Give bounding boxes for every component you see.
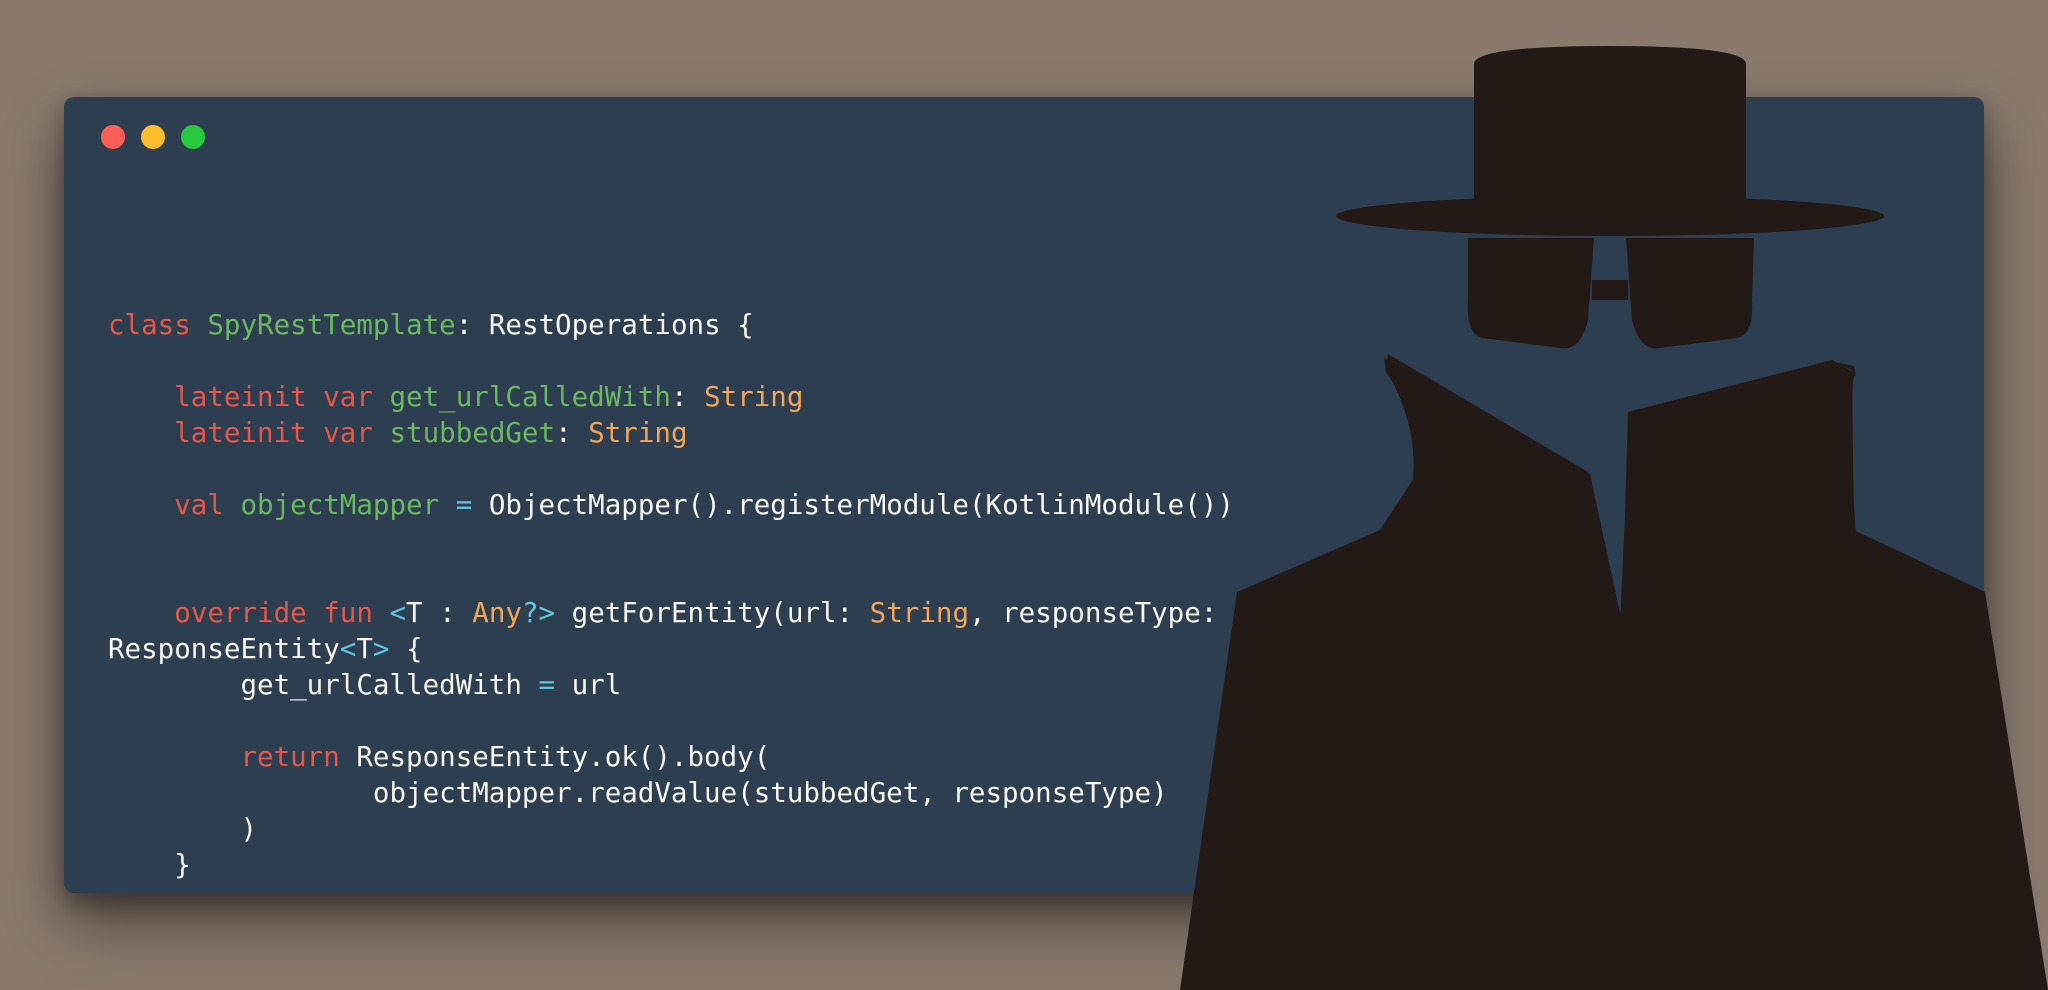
code-token: , responseType:: [969, 597, 1234, 629]
code-token: get_urlCalledWith: [108, 669, 539, 701]
window-controls: [101, 125, 205, 149]
code-line: lateinit var stubbedGet: String: [108, 415, 1317, 451]
code-token: class: [108, 309, 191, 341]
code-token: url: [555, 669, 622, 701]
code-token: getForEntity(url:: [555, 597, 870, 629]
code-token: ObjectMapper().registerModule(KotlinModu…: [472, 489, 1234, 521]
code-line: lateinit var get_urlCalledWith: String: [108, 379, 1317, 415]
code-token: override: [174, 597, 307, 629]
code-token: :: [670, 381, 705, 413]
code-line: val objectMapper = ObjectMapper().regist…: [108, 487, 1317, 523]
code-token: get_urlCalledWith: [389, 381, 671, 413]
code-line: }: [108, 847, 1317, 883]
code-token: {: [389, 633, 423, 665]
code-token: objectMapper.readValue(stubbedGet, respo…: [108, 777, 1168, 809]
scene: class SpyRestTemplate: RestOperations { …: [0, 0, 2048, 990]
code-token: return: [240, 741, 340, 773]
code-token: =: [455, 489, 473, 521]
code-token: }: [108, 849, 191, 881]
code-token: Class: [1233, 597, 1317, 629]
code-line: override fun <T : Any?> getForEntity(url…: [108, 595, 1317, 631]
code-token: ): [108, 813, 258, 845]
code-token: : RestOperations {: [455, 309, 754, 341]
code-line: ): [108, 811, 1317, 847]
code-token: ?>: [521, 597, 556, 629]
code-token: SpyRestTemplate: [207, 309, 456, 341]
code-token: <: [389, 597, 407, 629]
code-line: get_urlCalledWith = url: [108, 667, 1317, 703]
code-token: lateinit: [174, 417, 307, 449]
code-token: objectMapper: [240, 489, 440, 521]
code-token: Any: [472, 597, 522, 629]
minimize-button[interactable]: [141, 125, 165, 149]
code-token: String: [704, 381, 804, 413]
zoom-button[interactable]: [181, 125, 205, 149]
code-block: class SpyRestTemplate: RestOperations { …: [108, 235, 1317, 883]
code-token: stubbedGet: [389, 417, 556, 449]
code-token: String: [588, 417, 688, 449]
code-token: fun: [323, 597, 373, 629]
code-line: ResponseEntity<T> {: [108, 631, 1317, 667]
code-token: <: [339, 633, 357, 665]
code-token: val: [174, 489, 224, 521]
code-token: var: [323, 381, 373, 413]
code-token: ResponseEntity.ok().body(: [339, 741, 771, 773]
code-line: return ResponseEntity.ok().body(: [108, 739, 1317, 775]
code-token: var: [323, 417, 373, 449]
close-button[interactable]: [101, 125, 125, 149]
code-token: ResponseEntity: [108, 633, 340, 665]
code-window: class SpyRestTemplate: RestOperations { …: [64, 97, 1984, 893]
code-token: >: [372, 633, 390, 665]
code-token: String: [869, 597, 969, 629]
code-line: class SpyRestTemplate: RestOperations {: [108, 307, 1317, 343]
code-token: :: [555, 417, 589, 449]
code-token: lateinit: [174, 381, 307, 413]
code-token: T: [356, 633, 373, 665]
code-token: T :: [406, 597, 473, 629]
code-line: objectMapper.readValue(stubbedGet, respo…: [108, 775, 1317, 811]
code-token: =: [538, 669, 556, 701]
